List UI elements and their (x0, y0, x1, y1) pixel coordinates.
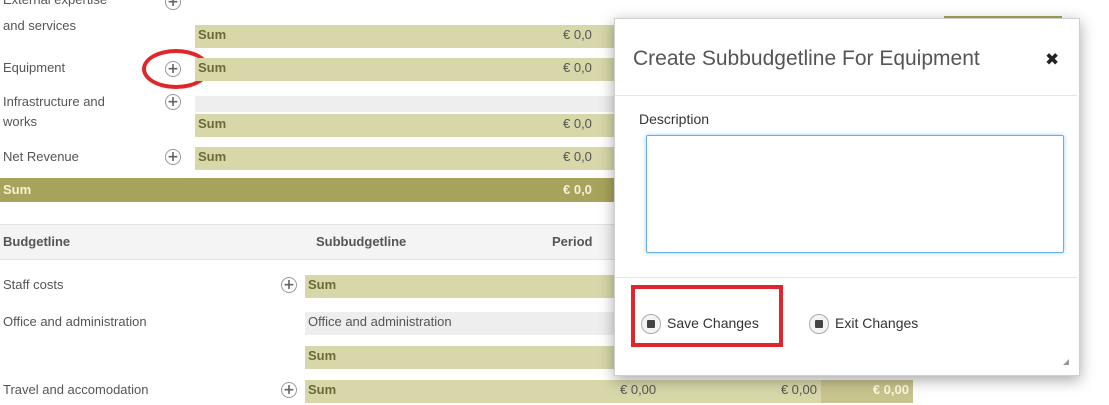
add-subbudgetline-button[interactable]: + (281, 382, 297, 398)
value-cell: € 0,0 (560, 114, 616, 137)
resize-handle-icon[interactable] (1063, 359, 1069, 365)
value-cell: € 0,0 (560, 147, 616, 170)
modal-header-divider (615, 95, 1077, 96)
subbudgetline-cell: Office and administration (305, 312, 617, 335)
description-label: Description (639, 111, 710, 127)
exit-changes-button[interactable]: Exit Changes (809, 308, 918, 338)
sum-fill (437, 58, 560, 81)
close-icon[interactable]: ✖ (1045, 50, 1059, 70)
budgetline-label: Staff costs (3, 277, 64, 292)
sum-cell: Sum (305, 275, 617, 298)
exit-icon (809, 314, 829, 335)
total-row-fill (437, 178, 560, 202)
header-subbudgetline: Subbudgetline (316, 234, 407, 249)
save-changes-label: Save Changes (667, 315, 759, 331)
sum-cell: Sum (195, 114, 437, 137)
value-cell: € 0,0 (560, 25, 616, 48)
row-band (195, 96, 616, 112)
exit-changes-label: Exit Changes (835, 315, 919, 331)
description-textarea[interactable] (646, 135, 1064, 253)
budgetline-label: Net Revenue (3, 149, 79, 164)
sum-cell: Sum (305, 346, 617, 369)
sum-fill (437, 25, 560, 48)
header-period: Period (552, 234, 593, 249)
sum-cell: Sum (195, 58, 437, 81)
value-cell: € 0,00 (617, 380, 711, 403)
add-subbudgetline-button[interactable]: + (165, 149, 181, 165)
budgetline-label (0, 346, 290, 368)
add-subbudgetline-button[interactable]: + (165, 0, 181, 10)
modal-title: Create Subbudgetline For Equipment (633, 47, 980, 70)
budgetline-label: Office and administration (3, 314, 147, 329)
budgetline-label: Travel and accomodation (3, 382, 149, 397)
total-row-value: € 0,0 (560, 178, 616, 202)
sum-fill (437, 114, 560, 137)
sum-cell: Sum (195, 25, 437, 48)
budgetline-label: Infrastructure and (3, 94, 105, 109)
create-subbudgetline-modal: Create Subbudgetline For Equipment ✖ Des… (614, 18, 1080, 376)
sum-cell: Sum (305, 380, 617, 403)
total-row-label: Sum (0, 178, 437, 202)
value-cell: € 0,00 (711, 380, 821, 403)
save-changes-button[interactable]: Save Changes (641, 308, 759, 338)
value-cell: € 0,0 (560, 58, 616, 81)
modal-footer-divider (615, 277, 1077, 278)
value-total-cell: € 0,00 (821, 380, 913, 403)
budgetline-label-cont: works (3, 114, 37, 129)
add-subbudgetline-button[interactable]: + (165, 94, 181, 110)
save-icon (641, 314, 661, 335)
sum-cell: Sum (195, 147, 437, 170)
budgetline-label: External expertise and services (3, 0, 107, 33)
header-budgetline: Budgetline (3, 234, 71, 249)
add-subbudgetline-button[interactable]: + (281, 277, 297, 293)
sum-fill (437, 147, 560, 170)
budgetline-label: Equipment (3, 60, 66, 75)
